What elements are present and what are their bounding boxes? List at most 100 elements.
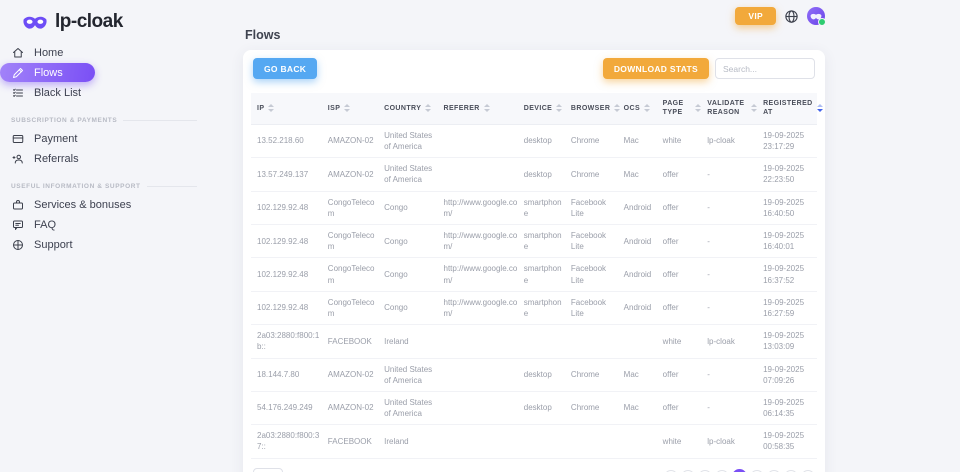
cell-registered_at: 19-09-202516:40:50 bbox=[760, 191, 817, 224]
column-header-isp[interactable]: ISP bbox=[325, 93, 381, 124]
column-header-device[interactable]: DEVICE bbox=[521, 93, 568, 124]
sidebar-item-label: FAQ bbox=[34, 219, 56, 231]
cell-device: smartphone bbox=[521, 225, 568, 258]
chat-icon bbox=[11, 218, 25, 232]
sort-icon[interactable] bbox=[751, 104, 757, 112]
cell-browser: Chrome bbox=[568, 158, 621, 191]
cell-registered_at: 19-09-202522:23:50 bbox=[760, 158, 817, 191]
sort-icon[interactable] bbox=[614, 104, 620, 112]
cell-ip: 18.144.7.80 bbox=[251, 358, 325, 391]
main-content: VIP Flows GO BACK DOWNLOAD STATS bbox=[243, 0, 825, 472]
sidebar-nav: Home Flows Black List SUBSCRIPTION & PAY… bbox=[0, 43, 205, 254]
column-header-country[interactable]: COUNTRY bbox=[381, 93, 440, 124]
sidebar-section-support: USEFUL INFORMATION & SUPPORT bbox=[11, 183, 197, 190]
cell-ocs: Mac bbox=[621, 391, 660, 424]
cell-device bbox=[521, 325, 568, 358]
column-header-ip[interactable]: IP bbox=[251, 93, 325, 124]
cell-referer bbox=[441, 391, 521, 424]
topbar-right: VIP bbox=[735, 7, 825, 25]
sort-icon[interactable] bbox=[644, 104, 650, 112]
cell-isp: FACEBOOK bbox=[325, 325, 381, 358]
sidebar-item-black-list[interactable]: Black List bbox=[0, 83, 205, 102]
user-avatar[interactable] bbox=[807, 7, 825, 25]
cell-ip: 102.129.92.48 bbox=[251, 225, 325, 258]
card-footer: 10 «‹910111213›» bbox=[243, 459, 825, 472]
search-input[interactable] bbox=[715, 58, 815, 79]
brand-logo[interactable]: lp-cloak bbox=[0, 0, 205, 33]
column-label: REFERER bbox=[444, 104, 480, 113]
cell-country: United States of America bbox=[381, 358, 440, 391]
sort-icon[interactable] bbox=[484, 104, 490, 112]
column-header-registered_at[interactable]: REGISTERED AT bbox=[760, 93, 817, 124]
cell-device: smartphone bbox=[521, 291, 568, 324]
cell-country: United States of America bbox=[381, 124, 440, 157]
column-label: BROWSER bbox=[571, 104, 610, 113]
sidebar-item-referrals[interactable]: Referrals bbox=[0, 149, 205, 168]
sort-icon[interactable] bbox=[695, 104, 701, 112]
cell-ocs: Android bbox=[621, 291, 660, 324]
table-row: 2a03:2880:f800:37::FACEBOOKIrelandwhitel… bbox=[251, 425, 817, 458]
sort-icon[interactable] bbox=[556, 104, 562, 112]
lifebuoy-icon bbox=[11, 238, 25, 252]
cell-validate_reason: - bbox=[704, 291, 760, 324]
sidebar-item-support[interactable]: Support bbox=[0, 235, 205, 254]
cell-browser bbox=[568, 325, 621, 358]
sidebar-item-flows[interactable]: Flows bbox=[0, 63, 95, 82]
cell-ocs: Mac bbox=[621, 158, 660, 191]
cell-browser: Chrome bbox=[568, 391, 621, 424]
cell-isp: AMAZON-02 bbox=[325, 391, 381, 424]
sidebar-item-home[interactable]: Home bbox=[0, 43, 205, 62]
table-row: 102.129.92.48CongoTelecomCongohttp://www… bbox=[251, 291, 817, 324]
cell-registered_at: 19-09-202506:14:35 bbox=[760, 391, 817, 424]
table-row: 54.176.249.249AMAZON-02United States of … bbox=[251, 391, 817, 424]
cell-validate_reason: - bbox=[704, 158, 760, 191]
sort-icon[interactable] bbox=[425, 104, 431, 112]
blacklist-icon bbox=[11, 86, 25, 100]
cell-browser: Chrome bbox=[568, 358, 621, 391]
sidebar-item-services-bonuses[interactable]: Services & bonuses bbox=[0, 195, 205, 214]
sidebar-item-payment[interactable]: Payment bbox=[0, 129, 205, 148]
cell-browser bbox=[568, 425, 621, 458]
cell-isp: CongoTelecom bbox=[325, 258, 381, 291]
cell-ip: 102.129.92.48 bbox=[251, 291, 325, 324]
cell-ip: 102.129.92.48 bbox=[251, 258, 325, 291]
sort-icon[interactable] bbox=[268, 104, 274, 112]
cell-country: United States of America bbox=[381, 158, 440, 191]
sidebar-item-label: Support bbox=[34, 239, 73, 251]
sort-icon[interactable] bbox=[344, 104, 350, 112]
online-status-dot bbox=[818, 18, 826, 26]
cell-referer: http://www.google.com/ bbox=[441, 291, 521, 324]
cell-page_type: offer bbox=[660, 258, 705, 291]
vip-button[interactable]: VIP bbox=[735, 7, 776, 25]
globe-icon[interactable] bbox=[784, 9, 799, 24]
cell-page_type: white bbox=[660, 425, 705, 458]
column-header-ocs[interactable]: OCS bbox=[621, 93, 660, 124]
cell-browser: Facebook Lite bbox=[568, 258, 621, 291]
page-size-select[interactable]: 10 bbox=[253, 468, 283, 472]
cell-registered_at: 19-09-202513:03:09 bbox=[760, 325, 817, 358]
flows-table: IPISPCOUNTRY REFERER DEVICEBROWSER OCS PAGE … bbox=[251, 93, 817, 459]
cell-device: smartphone bbox=[521, 258, 568, 291]
table-row: 18.144.7.80AMAZON-02United States of Ame… bbox=[251, 358, 817, 391]
cell-ip: 102.129.92.48 bbox=[251, 191, 325, 224]
cell-page_type: offer bbox=[660, 291, 705, 324]
go-back-button[interactable]: GO BACK bbox=[253, 58, 317, 79]
cell-validate_reason: lp-cloak bbox=[704, 425, 760, 458]
app-root: lp-cloak Home Flows Black List bbox=[0, 0, 960, 472]
column-header-referer[interactable]: REFERER bbox=[441, 93, 521, 124]
sidebar-item-faq[interactable]: FAQ bbox=[0, 215, 205, 234]
referrals-person-icon bbox=[11, 152, 25, 166]
column-label: OCS bbox=[624, 104, 640, 113]
cell-validate_reason: - bbox=[704, 391, 760, 424]
cell-registered_at: 19-09-202516:40:01 bbox=[760, 225, 817, 258]
column-header-browser[interactable]: BROWSER bbox=[568, 93, 621, 124]
column-header-page_type[interactable]: PAGE TYPE bbox=[660, 93, 705, 124]
cell-isp: AMAZON-02 bbox=[325, 124, 381, 157]
cell-referer bbox=[441, 325, 521, 358]
cell-country: Congo bbox=[381, 258, 440, 291]
column-header-validate_reason[interactable]: VALIDATE REASON bbox=[704, 93, 760, 124]
cell-ocs bbox=[621, 425, 660, 458]
download-stats-button[interactable]: DOWNLOAD STATS bbox=[603, 58, 709, 79]
cell-country: Congo bbox=[381, 191, 440, 224]
sort-icon[interactable] bbox=[817, 104, 823, 112]
